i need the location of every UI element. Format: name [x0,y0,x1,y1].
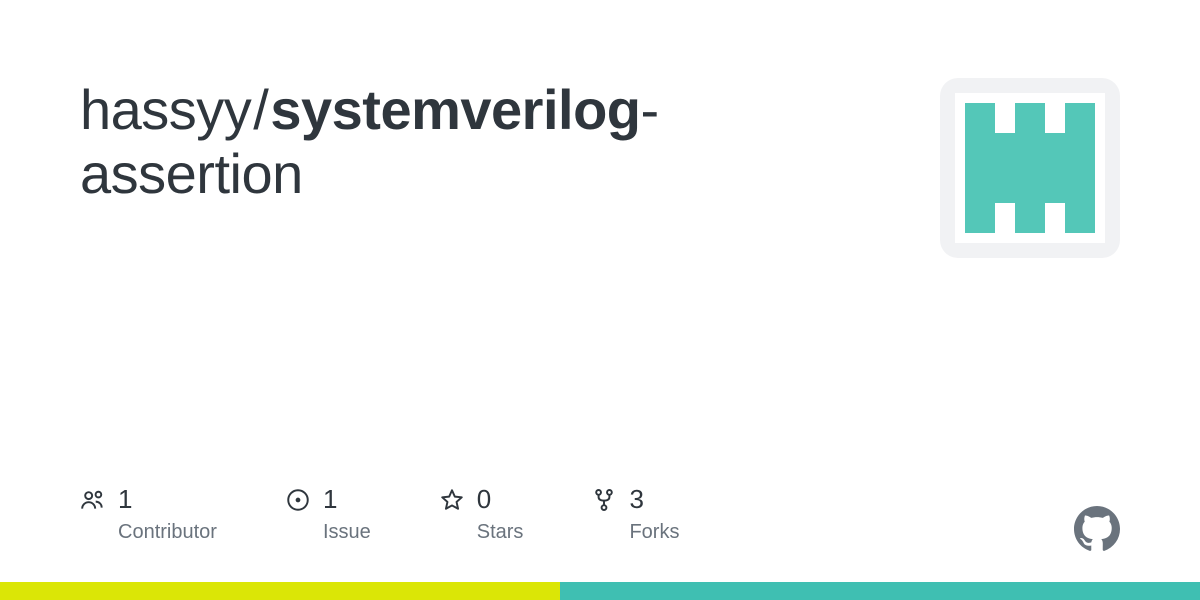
people-icon [80,487,106,513]
stat-label: Stars [477,521,524,544]
stat-stars[interactable]: 0 Stars [439,484,524,544]
language-bar [0,582,1200,600]
star-icon [439,487,465,513]
stats-row: 1 Contributor 1 Issue 0 Stars [80,484,679,544]
stat-value: 0 [477,484,491,515]
stat-value: 3 [629,484,643,515]
stat-label: Contributor [118,521,217,544]
avatar-identicon [955,93,1105,243]
stat-label: Issue [323,521,371,544]
language-segment [560,582,1200,600]
avatar[interactable] [940,78,1120,258]
language-segment [0,582,560,600]
stat-issues[interactable]: 1 Issue [285,484,371,544]
repo-owner[interactable]: hassyy [80,78,251,141]
github-logo[interactable] [1074,506,1120,552]
fork-icon [591,487,617,513]
repo-title: hassyy/systemverilog-assertion [80,78,860,207]
repo-name-bold[interactable]: systemverilog [270,78,640,141]
github-icon [1074,506,1120,552]
stat-contributors[interactable]: 1 Contributor [80,484,217,544]
repo-slash: / [253,78,268,141]
stat-label: Forks [629,521,679,544]
issue-icon [285,487,311,513]
stat-value: 1 [323,484,337,515]
stat-value: 1 [118,484,132,515]
stat-forks[interactable]: 3 Forks [591,484,679,544]
